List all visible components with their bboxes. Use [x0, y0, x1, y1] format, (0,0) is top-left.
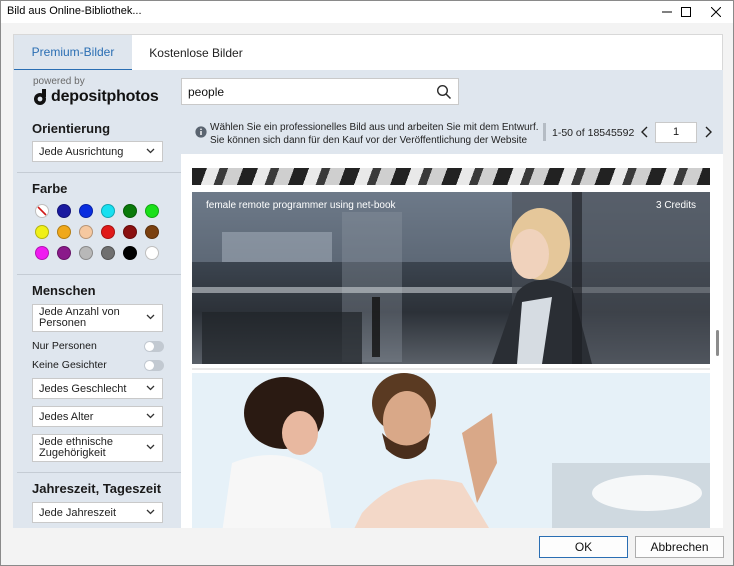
season-dropdown[interactable]: Jede Jahreszeit: [32, 502, 163, 523]
search-box: [181, 78, 459, 105]
only-people-row: Nur Personen: [32, 340, 164, 354]
image-caption: female remote programmer using net-book: [206, 200, 396, 211]
color-swatch[interactable]: [145, 246, 159, 260]
powered-by-label: powered by: [33, 76, 85, 87]
tab-free[interactable]: Kostenlose Bilder: [138, 35, 254, 71]
result-image[interactable]: [192, 168, 710, 185]
image-gallery: female remote programmer using net-book …: [181, 154, 723, 528]
color-swatch[interactable]: [57, 204, 71, 218]
brand-name: depositphotos: [51, 88, 159, 105]
chevron-down-icon: [146, 444, 155, 450]
title-bar: Bild aus Online-Bibliothek...: [1, 1, 733, 23]
no-faces-label: Keine Gesichter: [32, 359, 107, 371]
people-count-dropdown[interactable]: Jede Anzahl von Personen: [32, 304, 163, 332]
color-swatch[interactable]: [123, 204, 137, 218]
chevron-right-icon[interactable]: [703, 126, 713, 138]
tab-premium[interactable]: Premium-Bilder: [14, 35, 132, 71]
maximize-icon: [681, 7, 691, 17]
gender-dropdown[interactable]: Jedes Geschlecht: [32, 378, 163, 399]
depositphotos-logo-icon: [34, 88, 46, 105]
toggle-knob: [145, 342, 154, 351]
orientation-title: Orientierung: [32, 121, 111, 136]
color-swatch[interactable]: [101, 204, 115, 218]
info-text: Wählen Sie ein professionelles Bild aus …: [210, 122, 539, 146]
tab-strip: Premium-Bilder Kostenlose Bilder: [13, 34, 723, 71]
color-swatch[interactable]: [57, 225, 71, 239]
chevron-down-icon: [146, 385, 155, 390]
search-input[interactable]: [188, 83, 428, 101]
top-bar: powered by depositphotos: [13, 70, 723, 112]
image-credits: 3 Credits: [655, 200, 696, 211]
season-value: Jede Jahreszeit: [39, 507, 117, 519]
age-dropdown[interactable]: Jedes Alter: [32, 406, 163, 427]
color-swatch[interactable]: [101, 246, 115, 260]
ethnicity-dropdown[interactable]: Jede ethnische Zugehörigkeit: [32, 434, 163, 462]
color-swatch[interactable]: [57, 246, 71, 260]
page-input[interactable]: 1: [655, 122, 697, 143]
cancel-button[interactable]: Abbrechen: [635, 536, 724, 558]
info-icon: [195, 126, 207, 138]
season-title: Jahreszeit, Tageszeit: [32, 481, 162, 496]
color-swatch[interactable]: [79, 225, 93, 239]
orientation-dropdown[interactable]: Jede Ausrichtung: [32, 141, 163, 162]
color-swatch[interactable]: [35, 225, 49, 239]
depositphotos-logo: depositphotos: [33, 88, 159, 106]
toggle-knob: [145, 361, 154, 370]
dialog-window: Bild aus Online-Bibliothek... Premium-Bi…: [0, 0, 734, 566]
color-swatch-any[interactable]: [35, 204, 49, 218]
divider: [17, 472, 181, 473]
divider: [543, 123, 546, 141]
chevron-down-icon: [146, 413, 155, 418]
gender-value: Jedes Geschlecht: [39, 383, 127, 395]
divider: [17, 274, 181, 275]
window-title: Bild aus Online-Bibliothek...: [7, 5, 142, 17]
only-people-label: Nur Personen: [32, 340, 97, 352]
divider: [192, 368, 710, 370]
no-faces-row: Keine Gesichter: [32, 359, 164, 373]
chevron-down-icon: [146, 148, 155, 153]
color-swatch[interactable]: [145, 225, 159, 239]
chevron-down-icon: [146, 314, 155, 320]
result-image[interactable]: female remote programmer using net-book …: [192, 192, 710, 364]
color-swatch[interactable]: [35, 246, 49, 260]
age-value: Jedes Alter: [39, 411, 94, 423]
chevron-down-icon: [146, 509, 155, 514]
close-button[interactable]: [698, 1, 734, 23]
info-bar: Wählen Sie ein professionelles Bild aus …: [181, 112, 723, 154]
color-swatch[interactable]: [123, 225, 137, 239]
results-panel: Wählen Sie ein professionelles Bild aus …: [181, 112, 723, 528]
ok-button[interactable]: OK: [539, 536, 628, 558]
photo-meeting: [192, 373, 710, 528]
people-count-line-2: Personen: [39, 317, 87, 329]
color-swatch[interactable]: [79, 246, 93, 260]
result-image[interactable]: [192, 373, 710, 528]
only-people-toggle[interactable]: [144, 341, 164, 352]
result-count: 1-50 of 18545592: [552, 127, 635, 139]
color-swatch[interactable]: [123, 246, 137, 260]
people-title: Menschen: [32, 283, 96, 298]
orientation-value: Jede Ausrichtung: [39, 146, 124, 158]
divider: [17, 172, 181, 173]
photo-office-woman: [192, 192, 710, 364]
chevron-left-icon[interactable]: [640, 126, 650, 138]
color-swatch[interactable]: [79, 204, 93, 218]
color-swatch[interactable]: [101, 225, 115, 239]
gallery-scrollbar[interactable]: [716, 330, 719, 356]
filter-sidebar: Orientierung Jede Ausrichtung Farbe Mens…: [13, 112, 181, 528]
color-title: Farbe: [32, 181, 68, 196]
no-color-icon: [37, 206, 47, 216]
no-faces-toggle[interactable]: [144, 360, 164, 371]
search-icon[interactable]: [436, 84, 452, 100]
dialog-footer: OK Abbrechen: [1, 528, 733, 565]
close-icon: [711, 7, 721, 17]
ethnicity-line-2: Zugehörigkeit: [39, 447, 106, 459]
color-swatch[interactable]: [145, 204, 159, 218]
